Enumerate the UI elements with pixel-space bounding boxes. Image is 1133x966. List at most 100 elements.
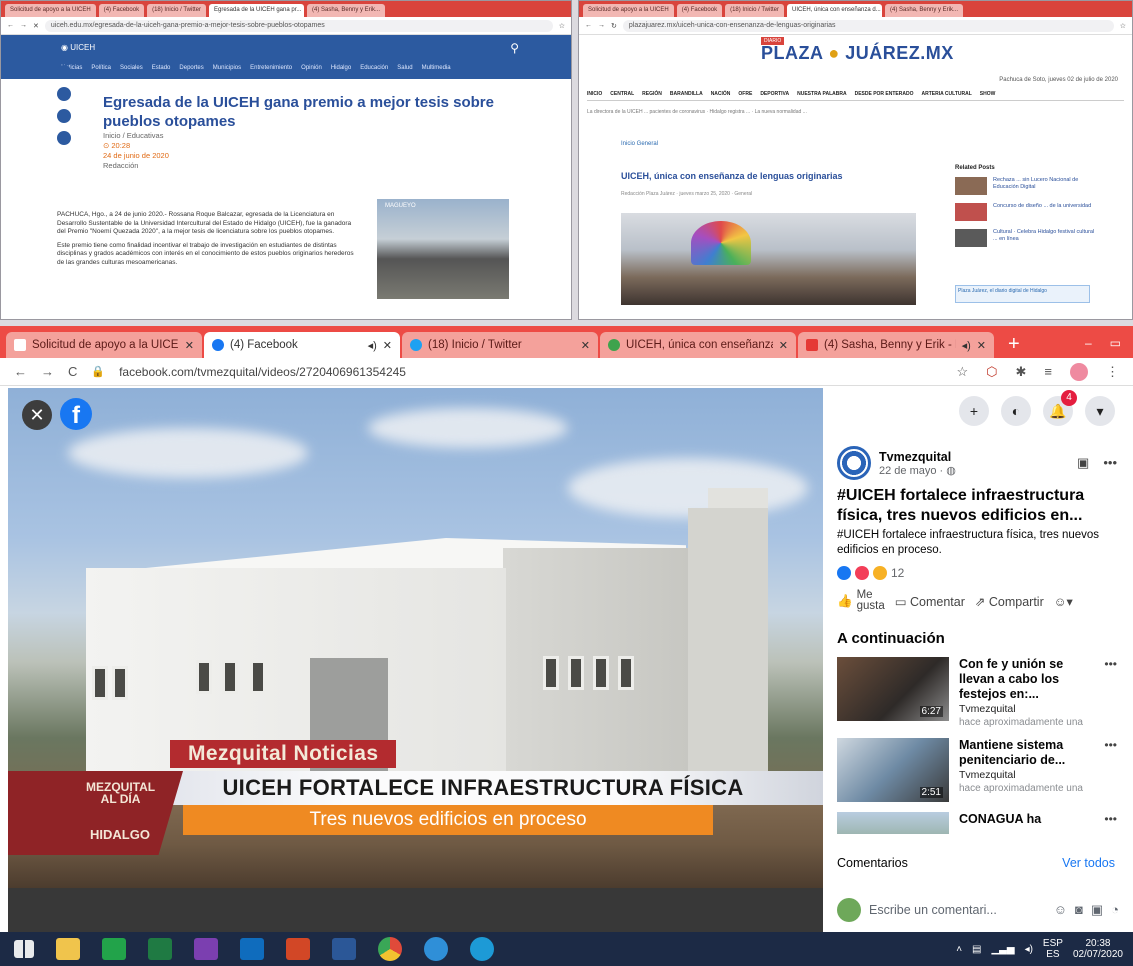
word-icon[interactable] [332,938,356,960]
up-next-channel[interactable]: Tvmezquital [959,769,1095,781]
account-menu-button[interactable]: ▾ [1085,396,1115,426]
back-icon[interactable]: ← [7,22,14,29]
star-icon[interactable]: ☆ [956,364,968,380]
reload-icon[interactable]: ↻ [611,22,617,30]
excel-icon[interactable] [148,938,172,960]
plaza-juarez-logo[interactable]: PLAZA ● JUÁREZ.MX [761,43,954,64]
up-next-item[interactable]: 2:51 Mantiene sistema penitenciario de..… [837,738,1117,802]
nav-item[interactable]: Estado [152,65,171,71]
nav-item[interactable]: Salud [397,65,412,71]
video-player[interactable]: Mezquital Noticias UICEH FORTALECE INFRA… [8,388,823,888]
close-icon[interactable]: ✕ [33,22,39,30]
nav-item[interactable]: Sociales [120,65,143,71]
up-next-item[interactable]: CONAGUA ha ••• [837,812,1117,834]
up-next-title[interactable]: Con fe y unión se llevan a cabo los fest… [959,657,1087,702]
tab-solicitud[interactable]: Solicitud de apoyo a la UICEH ✕ [6,332,202,358]
media-icon[interactable]: ≡ [1044,364,1052,379]
new-tab-button[interactable]: + [996,333,1032,358]
tl-tab[interactable]: Solicitud de apoyo a la UICEH [5,4,96,17]
tr-tab[interactable]: Solicitud de apoyo a la UICEH [583,4,674,17]
close-tab-icon[interactable]: ✕ [581,339,590,352]
tab-facebook[interactable]: (4) Facebook ◂) ✕ [204,332,400,358]
speaker-icon[interactable]: ◂) [962,339,971,352]
close-tab-icon[interactable]: ✕ [779,339,788,352]
forward-icon[interactable]: → [41,364,54,379]
search-icon[interactable]: ⚲ [510,41,519,55]
url-field[interactable]: facebook.com/tvmezquital/videos/27204069… [119,365,942,379]
outlook-icon[interactable] [240,938,264,960]
tl-tab[interactable]: (18) Inicio / Twitter [147,4,206,17]
tr-tab[interactable]: (4) Sasha, Benny y Erik... [884,4,964,17]
messenger-button[interactable]: ◐ [1001,396,1031,426]
onenote-icon[interactable] [194,938,218,960]
puzzle-icon[interactable]: ✱ [1016,364,1027,380]
emoji-icon[interactable]: ☺ [1054,902,1067,918]
more-options-icon[interactable]: ••• [1104,812,1117,826]
star-icon[interactable]: ☆ [559,22,565,30]
top-left-window[interactable]: Solicitud de apoyo a la UICEH (4) Facebo… [0,0,572,320]
back-icon[interactable]: ← [14,364,27,379]
twitter-share-icon[interactable] [57,87,71,101]
video-thumbnail[interactable]: 6:27 [837,657,949,721]
chrome-icon[interactable] [378,937,402,961]
camera-icon[interactable]: ◙ [1075,902,1083,918]
create-button[interactable]: + [959,396,989,426]
powerpoint-icon[interactable] [286,938,310,960]
gif-icon[interactable]: ▣ [1091,902,1103,918]
nav-item[interactable]: Multimedia [422,65,451,71]
file-explorer-icon[interactable] [56,938,80,960]
tr-url[interactable]: plazajuarez.mx/uiceh-unica-con-ensenanza… [622,19,1114,32]
nav-item[interactable]: DESDE POR ENTERADO [855,91,914,100]
nav-item[interactable]: CENTRAL [610,91,634,100]
tr-tab[interactable]: (18) Inicio / Twitter [725,4,784,17]
signal-icon[interactable]: ▁▃▅ [991,944,1014,955]
related-post[interactable]: Cultural · Celebra Hidalgo festival cult… [955,229,1095,247]
facebook-logo-icon[interactable]: f [60,398,92,430]
tab-twitter[interactable]: (18) Inicio / Twitter ✕ [402,332,598,358]
nav-item[interactable]: Hidalgo [331,65,351,71]
video-thumbnail[interactable]: 2:51 [837,738,949,802]
uiceh-logo[interactable]: ◉ UICEH [61,43,95,52]
nav-item[interactable]: Entretenimiento [250,65,292,71]
nav-item[interactable]: OFRE [738,91,752,100]
close-tab-icon[interactable]: ✕ [383,339,392,352]
breadcrumb[interactable]: Inicio General [621,141,658,147]
up-next-item[interactable]: 6:27 Con fe y unión se llevan a cabo los… [837,657,1117,728]
tr-tab[interactable]: (4) Facebook [676,4,723,17]
close-tab-icon[interactable]: ✕ [185,339,194,352]
more-options-icon[interactable]: ••• [1104,657,1117,671]
close-video-button[interactable]: ✕ [22,400,52,430]
forward-icon[interactable]: → [20,22,27,29]
post-date[interactable]: 22 de mayo [879,465,936,477]
nav-item[interactable]: REGIÓN [642,91,662,100]
comment-input[interactable]: Escribe un comentari... [869,903,1046,917]
tr-tab-active[interactable]: UICEH, única con enseñanza d... [786,4,882,17]
related-post[interactable]: Concurso de diseño ... de la universidad [955,203,1095,221]
profile-avatar[interactable] [1070,362,1088,381]
edge-icon[interactable] [470,937,494,961]
page-avatar[interactable] [837,446,871,480]
internet-explorer-icon[interactable] [424,937,448,961]
sticker-icon[interactable]: ◔ [1111,902,1119,918]
email-share-icon[interactable] [57,131,71,145]
forward-icon[interactable]: → [598,22,605,29]
facebook-share-icon[interactable] [57,65,71,79]
nav-item[interactable]: Municipios [213,65,241,71]
reaction-picker[interactable]: ☺▾ [1054,594,1073,609]
star-icon[interactable]: ☆ [1120,22,1126,30]
more-options-icon[interactable]: ••• [1103,455,1117,471]
back-icon[interactable]: ← [585,22,592,29]
store-icon[interactable] [102,938,126,960]
nav-item[interactable]: NACIÓN [711,91,731,100]
tl-tab[interactable]: (4) Sasha, Benny y Erik... [306,4,386,17]
nav-item[interactable]: ARTERIA CULTURAL [921,91,971,100]
nav-item[interactable]: DEPORTIVA [760,91,789,100]
speaker-icon[interactable]: ◂) [368,339,377,352]
reload-icon[interactable]: C [68,364,77,379]
page-name[interactable]: Tvmezquital [879,450,956,464]
extension-icon[interactable]: ⬡ [986,364,997,380]
whatsapp-share-icon[interactable] [57,109,71,123]
nav-item[interactable]: NUESTRA PALABRA [797,91,846,100]
tl-url[interactable]: uiceh.edu.mx/egresada-de-la-uiceh-gana-p… [44,19,553,32]
pj-ad-banner[interactable]: Plaza Juárez, el diario digital de Hidal… [955,285,1090,303]
